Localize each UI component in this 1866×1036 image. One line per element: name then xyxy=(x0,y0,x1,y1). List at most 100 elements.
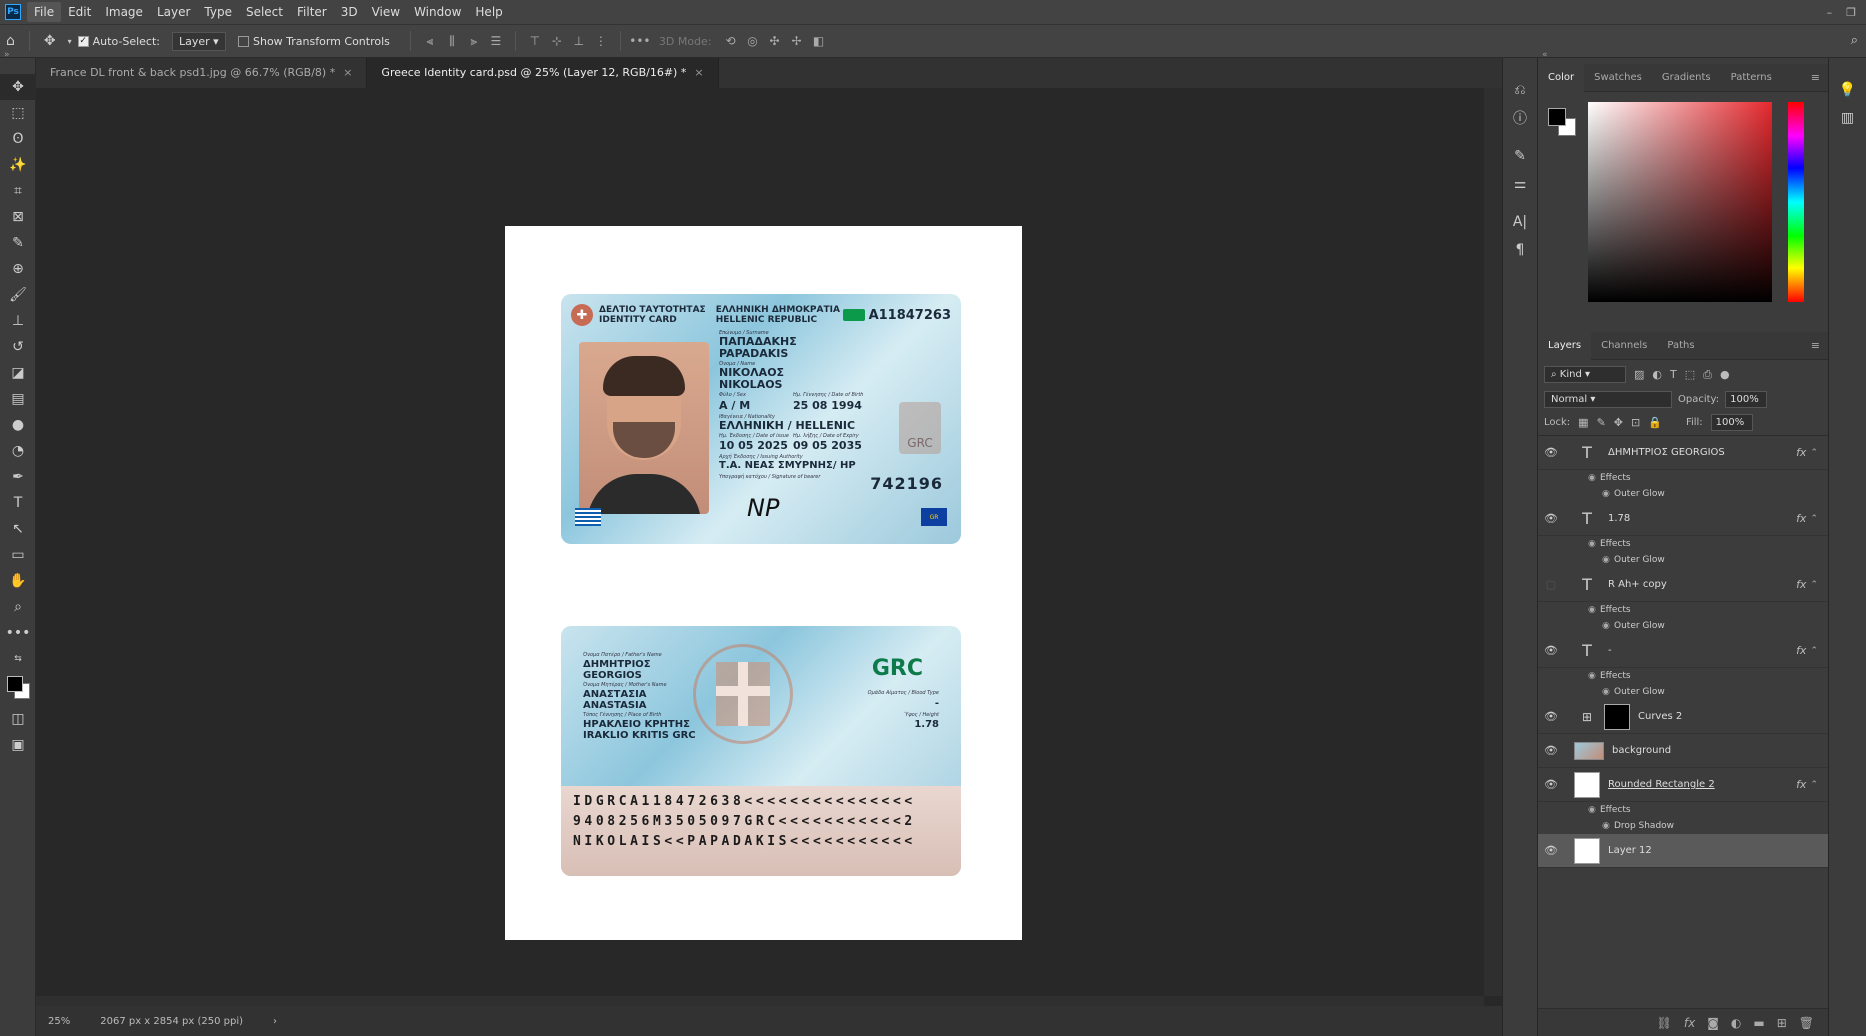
zoom-level[interactable]: 25% xyxy=(48,1016,70,1027)
collapse-icon[interactable]: « xyxy=(1542,50,1548,60)
tab-layers[interactable]: Layers xyxy=(1538,331,1592,360)
canvas[interactable]: ✚ ΔΕΛΤΙΟ ΤΑΥΤΟΤΗΤΑΣ IDENTITY CARD ΕΛΛΗΝΙΚ… xyxy=(36,88,1484,996)
hue-slider[interactable] xyxy=(1788,102,1804,302)
eye-icon[interactable]: ◉ xyxy=(1588,671,1600,681)
menu-window[interactable]: Window xyxy=(407,2,468,22)
trash-icon[interactable]: 🗑 xyxy=(1799,1016,1814,1030)
auto-select-dropdown[interactable]: Layer ▾ xyxy=(172,31,226,51)
effect-row[interactable]: ◉ Outer Glow xyxy=(1538,618,1828,634)
effects-row[interactable]: ◉ Effects xyxy=(1538,536,1828,552)
menu-file[interactable]: File xyxy=(27,2,62,22)
show-transform-checkbox[interactable]: Show Transform Controls xyxy=(238,35,390,48)
eye-icon[interactable]: ◉ xyxy=(1602,821,1614,831)
effect-row[interactable]: ◉ Outer Glow xyxy=(1538,684,1828,700)
fx-icon[interactable]: fx xyxy=(1796,578,1806,591)
fx-icon[interactable]: fx xyxy=(1796,778,1806,791)
vertical-scrollbar[interactable] xyxy=(1484,88,1502,996)
libraries-icon[interactable]: ▥ xyxy=(1829,104,1866,132)
panel-menu-icon[interactable]: ≡ xyxy=(1811,71,1828,84)
eye-icon[interactable]: ◉ xyxy=(1602,489,1614,499)
auto-select-checkbox[interactable]: ✓ Auto-Select: xyxy=(77,35,160,48)
chevron-up-icon[interactable]: ⌃ xyxy=(1810,580,1818,590)
lock-all-icon[interactable]: 🔒 xyxy=(1648,416,1662,429)
eye-icon[interactable]: ◉ xyxy=(1602,621,1614,631)
lock-position-icon[interactable]: ✥ xyxy=(1614,416,1623,429)
menu-image[interactable]: Image xyxy=(98,2,150,22)
paragraph-icon[interactable]: ¶ xyxy=(1503,236,1537,264)
learn-icon[interactable]: 💡 xyxy=(1829,76,1866,104)
eye-icon[interactable]: 👁 xyxy=(1538,446,1564,459)
fx-icon[interactable]: fx xyxy=(1796,446,1806,459)
align-middle-icon[interactable]: ⊹ xyxy=(546,34,568,48)
tab-patterns[interactable]: Patterns xyxy=(1721,64,1782,92)
frame-tool-icon[interactable]: ⊠ xyxy=(0,204,36,230)
eye-icon[interactable]: ◉ xyxy=(1602,687,1614,697)
distribute-icon[interactable]: ☰ xyxy=(485,34,507,48)
chevron-up-icon[interactable]: ⌃ xyxy=(1810,646,1818,656)
menu-type[interactable]: Type xyxy=(197,2,239,22)
menu-3d[interactable]: 3D xyxy=(334,2,365,22)
collapse-icon[interactable]: » xyxy=(4,50,10,60)
brush-tool-icon[interactable]: 🖌 xyxy=(0,282,36,308)
fill-field[interactable]: 100% xyxy=(1710,414,1753,431)
align-center-icon[interactable]: ⫼ xyxy=(441,34,463,49)
align-left-icon[interactable]: ⫷ xyxy=(419,34,441,49)
chevron-down-icon[interactable]: ▾ xyxy=(68,37,72,46)
chevron-up-icon[interactable]: ⌃ xyxy=(1810,514,1818,524)
chevron-up-icon[interactable]: ⌃ xyxy=(1810,448,1818,458)
eye-icon[interactable]: ◉ xyxy=(1588,605,1600,615)
effects-row[interactable]: ◉ Effects xyxy=(1538,602,1828,618)
search-icon[interactable]: ⌕ xyxy=(1851,33,1858,48)
kind-filter-dropdown[interactable]: ⌕ Kind ▾ xyxy=(1544,366,1626,383)
crop-tool-icon[interactable]: ⌗ xyxy=(0,178,36,204)
foreground-color[interactable] xyxy=(7,676,23,692)
eye-icon[interactable]: 👁 xyxy=(1538,744,1564,757)
eyedropper-icon[interactable]: ✎ xyxy=(0,230,36,256)
type-tool-icon[interactable]: T xyxy=(0,490,36,516)
stamp-tool-icon[interactable]: ⊥ xyxy=(0,308,36,334)
minimize-icon[interactable]: – xyxy=(1827,6,1833,19)
align-right-icon[interactable]: ⫸ xyxy=(463,34,485,49)
image-filter-icon[interactable]: ▨ xyxy=(1634,368,1644,381)
tab-channels[interactable]: Channels xyxy=(1591,332,1657,360)
roll-3d-icon[interactable]: ◎ xyxy=(742,34,764,48)
effect-row[interactable]: ◉ Outer Glow xyxy=(1538,552,1828,568)
info-icon[interactable]: ⓘ xyxy=(1503,104,1537,132)
type-filter-icon[interactable]: T xyxy=(1670,368,1677,381)
layer-row-selected[interactable]: 👁 Layer 12 xyxy=(1538,834,1828,868)
layer-row[interactable]: 👁 T 1.78 fx ⌃ xyxy=(1538,502,1828,536)
history-icon[interactable]: ⎌ xyxy=(1503,76,1537,104)
horizontal-scrollbar[interactable] xyxy=(36,996,1484,1006)
layer-row[interactable]: 👁 ⊞ Curves 2 xyxy=(1538,700,1828,734)
menu-view[interactable]: View xyxy=(365,2,407,22)
magic-wand-icon[interactable]: ✨ xyxy=(0,152,36,178)
eye-icon[interactable]: 👁 xyxy=(1538,644,1564,657)
character-icon[interactable]: A| xyxy=(1503,208,1537,236)
blend-mode-dropdown[interactable]: Normal ▾ xyxy=(1544,391,1672,408)
lock-artboard-icon[interactable]: ⊡ xyxy=(1631,416,1640,429)
eraser-icon[interactable]: ◪ xyxy=(0,360,36,386)
eye-icon[interactable]: ◉ xyxy=(1588,539,1600,549)
healing-brush-icon[interactable]: ⊕ xyxy=(0,256,36,282)
chevron-up-icon[interactable]: ⌃ xyxy=(1810,780,1818,790)
tab-paths[interactable]: Paths xyxy=(1657,332,1704,360)
scale-3d-icon[interactable]: ◧ xyxy=(808,34,830,48)
menu-edit[interactable]: Edit xyxy=(61,2,98,22)
new-layer-icon[interactable]: ⊞ xyxy=(1777,1016,1787,1030)
effects-row[interactable]: ◉ Effects xyxy=(1538,668,1828,684)
eye-icon[interactable]: 👁 xyxy=(1538,844,1564,857)
panel-menu-icon[interactable]: ≡ xyxy=(1811,339,1828,352)
lock-image-icon[interactable]: ✎ xyxy=(1597,416,1606,429)
layer-mask-thumbnail[interactable] xyxy=(1604,703,1630,730)
move-tool-icon[interactable]: ✥ xyxy=(0,74,36,100)
history-brush-icon[interactable]: ↺ xyxy=(0,334,36,360)
layer-row[interactable]: 👁 T - fx ⌃ xyxy=(1538,634,1828,668)
align-top-icon[interactable]: ⊤ xyxy=(524,34,546,48)
swap-colors-icon[interactable]: ⇆ xyxy=(0,646,36,672)
smart-object-filter-icon[interactable]: ⎙ xyxy=(1703,368,1712,382)
shape-filter-icon[interactable]: ⬚ xyxy=(1685,368,1695,381)
restore-icon[interactable]: ❐ xyxy=(1846,6,1856,19)
effect-row[interactable]: ◉ Drop Shadow xyxy=(1538,818,1828,834)
menu-select[interactable]: Select xyxy=(239,2,290,22)
fx-icon[interactable]: fx xyxy=(1684,1016,1695,1030)
